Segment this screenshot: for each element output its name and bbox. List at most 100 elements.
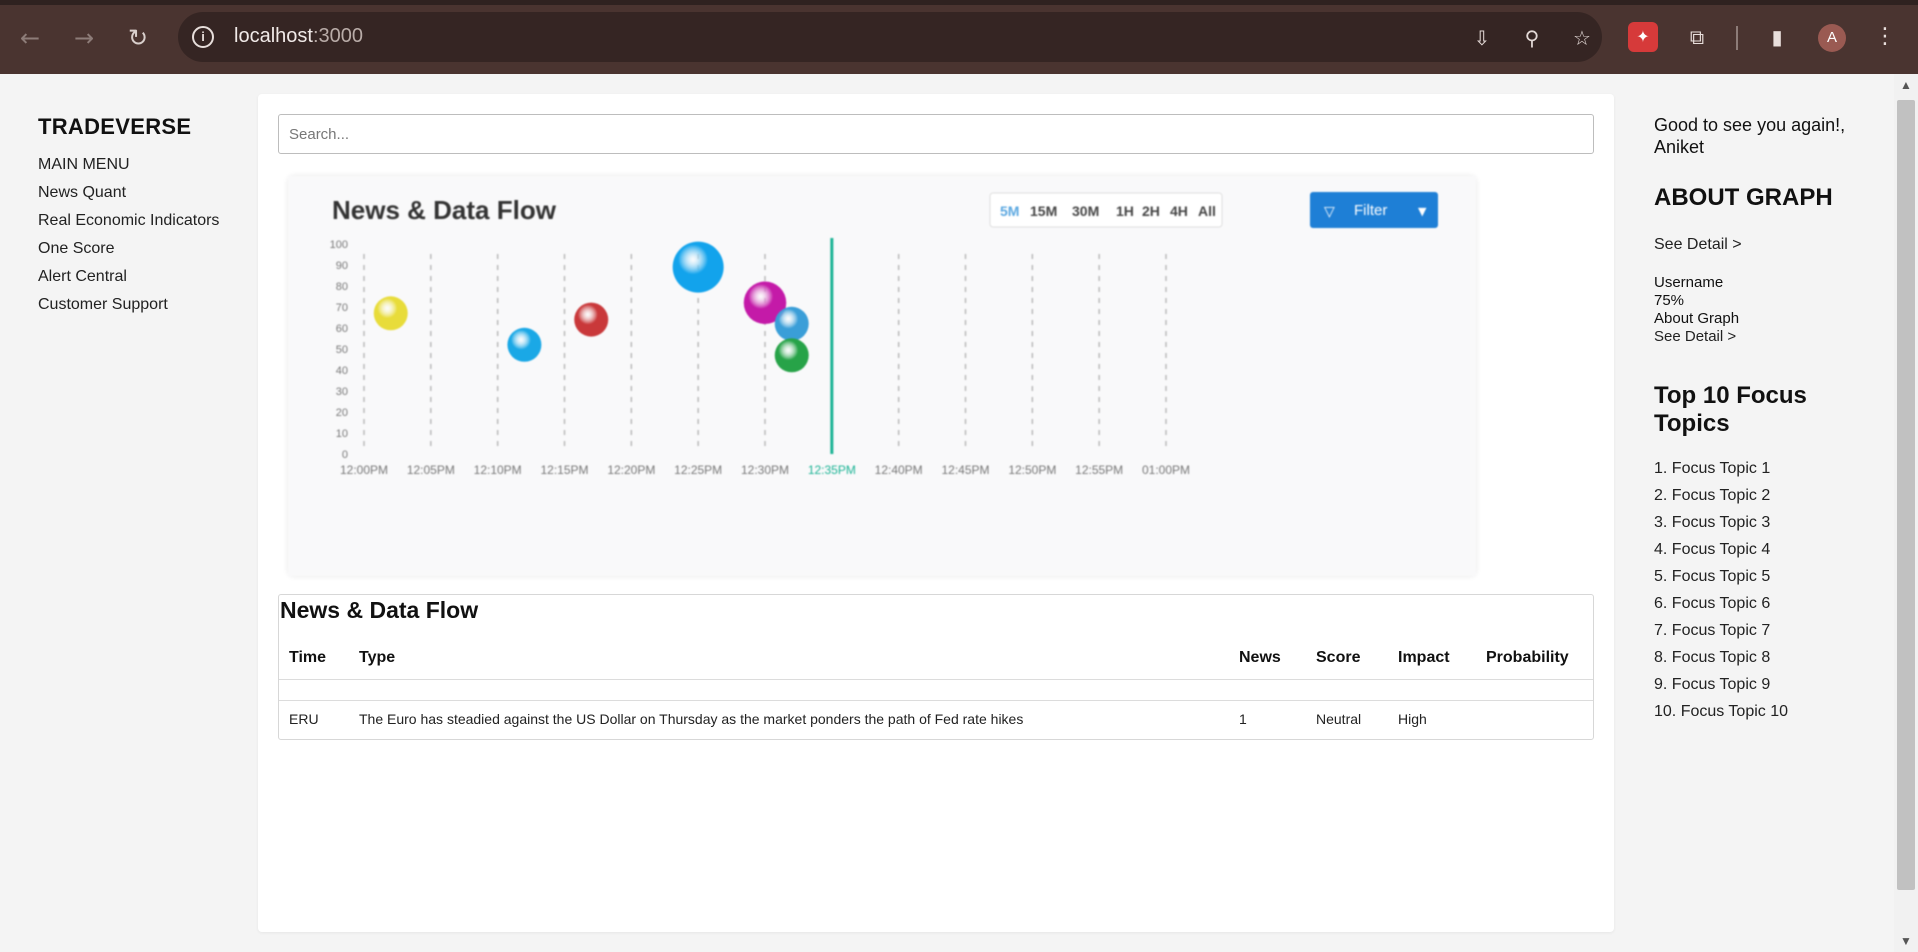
sidebar-item-one-score[interactable]: One Score bbox=[38, 240, 258, 258]
focus-topic-item[interactable]: 5. Focus Topic 5 bbox=[1654, 568, 1854, 586]
table-row[interactable]: ERU The Euro has steadied against the US… bbox=[279, 701, 1593, 738]
focus-topic-item[interactable]: 9. Focus Topic 9 bbox=[1654, 676, 1854, 694]
greeting-text: Good to see you again!, Aniket bbox=[1654, 115, 1846, 157]
kebab-menu-icon[interactable]: ⋮ bbox=[1870, 22, 1900, 52]
x-tick-label: 12:30PM bbox=[741, 463, 789, 477]
chart-title: News & Data Flow bbox=[332, 195, 557, 225]
header-impact[interactable]: Impact bbox=[1388, 639, 1476, 680]
left-sidebar: TRADEVERSE MAIN MENU News Quant Real Eco… bbox=[38, 114, 258, 324]
cell-type: The Euro has steadied against the US Dol… bbox=[359, 711, 1024, 727]
x-tick-label: 12:40PM bbox=[875, 463, 923, 477]
focus-topic-item[interactable]: 10. Focus Topic 10 bbox=[1654, 703, 1854, 721]
username-label: Username bbox=[1654, 274, 1724, 291]
y-tick-label: 30 bbox=[336, 386, 348, 398]
header-news[interactable]: News bbox=[1229, 639, 1306, 680]
x-tick-label: 12:25PM bbox=[674, 463, 722, 477]
timeframe-button-15m[interactable]: 15M bbox=[1030, 203, 1057, 219]
focus-topic-item[interactable]: 2. Focus Topic 2 bbox=[1654, 487, 1854, 505]
browser-toolbar: ← → ↻ i localhost:3000 ⇩ ⚲ ☆ ✦ ⧉ ▮ A ⋮ bbox=[0, 0, 1918, 74]
focus-topics-title: Top 10 Focus Topics bbox=[1654, 382, 1807, 437]
chart-point[interactable] bbox=[774, 338, 809, 373]
bookmark-star-icon[interactable]: ☆ bbox=[1568, 24, 1596, 52]
sidebar-item-customer-support[interactable]: Customer Support bbox=[38, 296, 258, 314]
spacer-cell bbox=[279, 679, 1593, 701]
focus-topic-item[interactable]: 7. Focus Topic 7 bbox=[1654, 622, 1854, 640]
header-type[interactable]: Type bbox=[349, 639, 1229, 680]
cell-news: 1 bbox=[1239, 711, 1247, 727]
extension-icon[interactable]: ✦ bbox=[1628, 22, 1658, 52]
news-flow-chart: News & Data Flow 5M 15M 30M 1H 2H 4H All ▽ Fil… bbox=[288, 176, 1476, 576]
focus-topic-item[interactable]: 3. Focus Topic 3 bbox=[1654, 514, 1854, 532]
filter-funnel-icon: ▽ bbox=[1324, 204, 1335, 220]
y-tick-label: 70 bbox=[336, 302, 348, 314]
reload-icon[interactable]: ↻ bbox=[122, 22, 154, 54]
x-tick-label: 12:50PM bbox=[1008, 463, 1056, 477]
table-header-row: Time Type News Score Impact Probability bbox=[279, 639, 1593, 680]
focus-topic-item[interactable]: 4. Focus Topic 4 bbox=[1654, 541, 1854, 559]
toolbar-divider bbox=[1736, 26, 1738, 50]
chart-point[interactable] bbox=[507, 327, 542, 362]
scroll-down-arrow-icon[interactable]: ▼ bbox=[1894, 934, 1918, 948]
focus-topic-item[interactable]: 6. Focus Topic 6 bbox=[1654, 595, 1854, 613]
header-score[interactable]: Score bbox=[1306, 639, 1388, 680]
timeframe-button-30m[interactable]: 30M bbox=[1072, 203, 1099, 219]
url-text[interactable]: localhost:3000 bbox=[234, 25, 363, 48]
back-arrow-icon[interactable]: ← bbox=[14, 22, 46, 54]
url-port: :3000 bbox=[312, 25, 363, 47]
header-probability[interactable]: Probability bbox=[1476, 639, 1593, 680]
percent-value: 75% bbox=[1654, 292, 1685, 309]
x-tick-label: 12:35PM bbox=[808, 463, 856, 477]
filter-dropdown-icon[interactable]: ▼ bbox=[1418, 205, 1427, 218]
x-tick-label: 12:05PM bbox=[407, 463, 455, 477]
site-info-icon[interactable]: i bbox=[192, 26, 214, 48]
sidebar-item-real-economic-indicators[interactable]: Real Economic Indicators bbox=[38, 212, 258, 230]
x-tick-label: 01:00PM bbox=[1142, 463, 1190, 477]
focus-topic-item[interactable]: 1. Focus Topic 1 bbox=[1654, 460, 1854, 478]
y-tick-label: 40 bbox=[336, 365, 348, 377]
sidebar-item-news-quant[interactable]: News Quant bbox=[38, 184, 258, 202]
page-scrollbar[interactable]: ▲ ▼ bbox=[1894, 74, 1918, 952]
page: TRADEVERSE MAIN MENU News Quant Real Eco… bbox=[0, 74, 1918, 952]
cell-probability bbox=[1476, 701, 1593, 738]
chart-point[interactable] bbox=[672, 241, 724, 293]
filter-label: Filter bbox=[1354, 202, 1387, 219]
timeframe-button-5m[interactable]: 5M bbox=[1000, 203, 1019, 219]
address-bar[interactable]: i localhost:3000 ⇩ ⚲ ☆ bbox=[178, 12, 1602, 62]
x-tick-label: 12:45PM bbox=[941, 463, 989, 477]
timeframe-button-1h[interactable]: 1H bbox=[1116, 203, 1134, 219]
zoom-icon[interactable]: ⚲ bbox=[1518, 24, 1546, 52]
search-input[interactable] bbox=[278, 114, 1594, 154]
news-table-card: News & Data Flow Time Type News Score Im… bbox=[278, 594, 1594, 740]
y-tick-label: 90 bbox=[336, 260, 348, 272]
sidebar-item-alert-central[interactable]: Alert Central bbox=[38, 268, 258, 286]
tab-strip bbox=[0, 0, 1918, 5]
timeframe-button-2h[interactable]: 2H bbox=[1142, 203, 1160, 219]
chart-panel bbox=[288, 176, 1476, 576]
chart-svg: News & Data Flow 5M 15M 30M 1H 2H 4H All ▽ Fil… bbox=[288, 176, 1476, 576]
focus-topic-item[interactable]: 8. Focus Topic 8 bbox=[1654, 649, 1854, 667]
right-sidebar: Good to see you again!, Aniket ABOUT GRA… bbox=[1654, 114, 1854, 730]
chart-point[interactable] bbox=[574, 302, 609, 337]
profile-avatar[interactable]: A bbox=[1818, 24, 1846, 52]
timeframe-button-4h[interactable]: 4H bbox=[1170, 203, 1188, 219]
header-time[interactable]: Time bbox=[279, 639, 349, 680]
about-graph-label: About Graph bbox=[1654, 310, 1740, 327]
timeframe-button-all[interactable]: All bbox=[1198, 203, 1216, 219]
see-detail-link-2[interactable]: See Detail > bbox=[1654, 328, 1854, 346]
chart-point[interactable] bbox=[373, 296, 408, 331]
see-detail-link[interactable]: See Detail > bbox=[1654, 236, 1854, 254]
side-panel-icon[interactable]: ▮ bbox=[1762, 22, 1792, 52]
chart-point[interactable] bbox=[774, 306, 809, 341]
y-tick-label: 10 bbox=[336, 428, 348, 440]
scroll-up-arrow-icon[interactable]: ▲ bbox=[1894, 78, 1918, 92]
install-app-icon[interactable]: ⇩ bbox=[1468, 24, 1496, 52]
forward-arrow-icon[interactable]: → bbox=[68, 22, 100, 54]
cell-time: ERU bbox=[289, 711, 319, 727]
x-tick-label: 12:20PM bbox=[607, 463, 655, 477]
cell-impact: High bbox=[1398, 711, 1427, 727]
scrollbar-thumb[interactable] bbox=[1897, 100, 1915, 890]
table-spacer-row bbox=[279, 679, 1593, 701]
x-tick-label: 12:10PM bbox=[474, 463, 522, 477]
extensions-puzzle-icon[interactable]: ⧉ bbox=[1682, 22, 1712, 52]
table-title: News & Data Flow bbox=[280, 597, 479, 623]
